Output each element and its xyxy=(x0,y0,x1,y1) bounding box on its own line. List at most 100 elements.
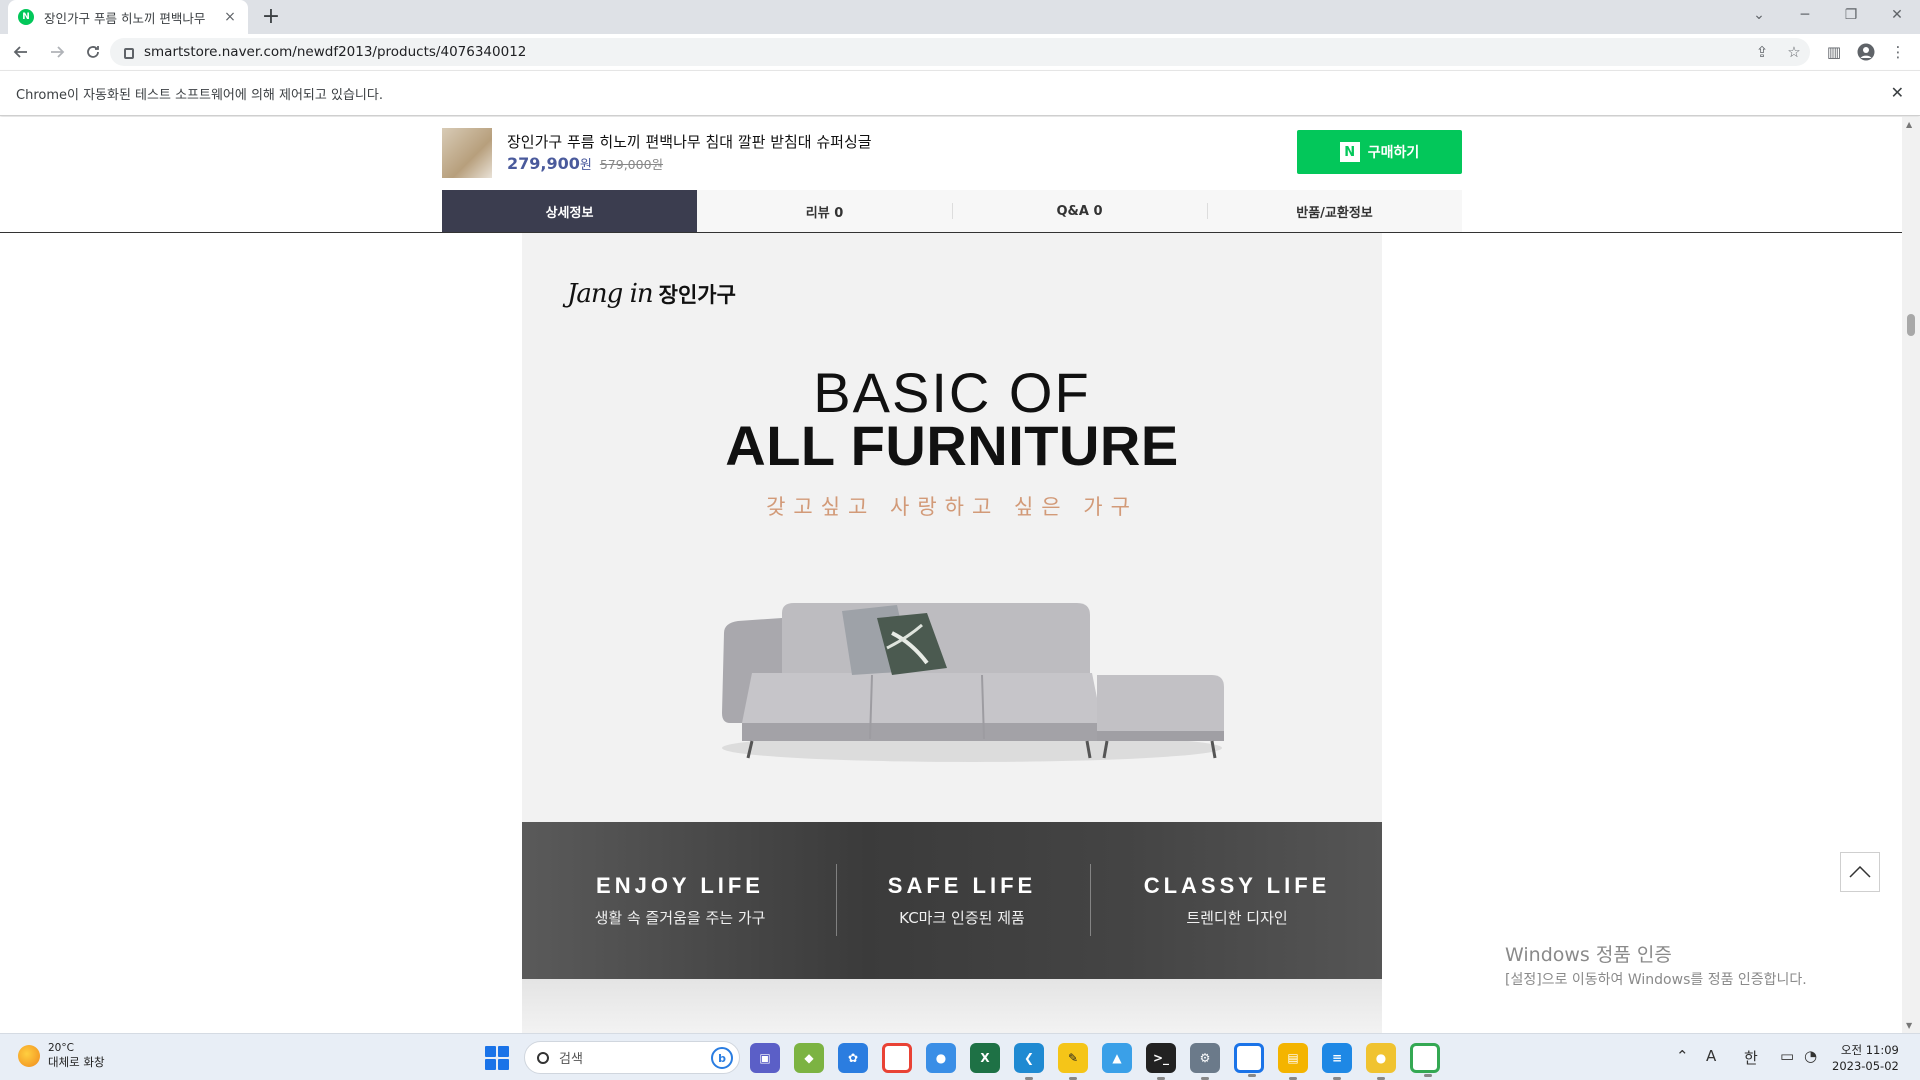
headline-bold: ALL FURNITURE xyxy=(725,414,1179,477)
windows-taskbar: 20°C 대체로 화창 검색 b ▣ ◆ ✿ ● X ❮ ✎ ▲ >_ ⚙ ▤ … xyxy=(0,1033,1920,1080)
product-name: 장인가구 푸름 히노끼 편백나무 침대 깔판 받침대 슈퍼싱글 xyxy=(507,133,872,151)
bookmark-star-icon[interactable]: ☆ xyxy=(1780,38,1808,66)
feature-subtitle: KC마크 인증된 제품 xyxy=(899,909,1025,927)
tab-reviews[interactable]: 리뷰 0 xyxy=(697,190,952,232)
start-button[interactable] xyxy=(485,1046,509,1070)
reload-button[interactable] xyxy=(78,37,108,67)
scroll-up-arrow-icon[interactable]: ▲ xyxy=(1906,120,1912,129)
feature-safe-life: SAFE LIFE KC마크 인증된 제품 xyxy=(838,822,1086,979)
feature-banner: ENJOY LIFE 생활 속 즐거움을 주는 가구 SAFE LIFE KC마… xyxy=(522,822,1382,979)
brand-logo-korean: 장인가구 xyxy=(658,283,736,307)
chrome-profile-icon[interactable] xyxy=(1410,1043,1440,1077)
weather-widget[interactable]: 20°C 대체로 화창 xyxy=(18,1042,105,1070)
volume-icon[interactable]: ◔ xyxy=(1804,1047,1817,1065)
naver-favicon-icon: N xyxy=(18,9,34,25)
bing-icon[interactable]: b xyxy=(711,1047,733,1069)
browser-tab[interactable]: N 장인가구 푸름 히노끼 편백나무 × xyxy=(8,0,248,34)
feature-title: CLASSY LIFE xyxy=(1143,873,1331,898)
feature-title: SAFE LIFE xyxy=(887,873,1037,898)
chrome-active-icon[interactable] xyxy=(1234,1043,1264,1077)
window-close-button[interactable]: ✕ xyxy=(1874,0,1920,30)
notepad-icon[interactable]: ≡ xyxy=(1322,1043,1352,1080)
windows-logo-pane xyxy=(498,1046,509,1057)
divider xyxy=(1090,864,1091,936)
search-placeholder: 검색 xyxy=(559,1052,583,1067)
windows-logo-pane xyxy=(485,1059,496,1070)
excel-icon[interactable]: X xyxy=(970,1043,1000,1073)
watermark-message: [설정]으로 이동하여 Windows를 정품 인증합니다. xyxy=(1505,972,1807,988)
chrome-icon[interactable] xyxy=(882,1043,912,1073)
vscode-icon[interactable]: ❮ xyxy=(1014,1043,1044,1080)
sticky-notes-icon[interactable]: ✎ xyxy=(1058,1043,1088,1080)
file-explorer-icon[interactable]: ▤ xyxy=(1278,1043,1308,1080)
tab-search-icon[interactable]: ⌄ xyxy=(1736,0,1782,30)
brand-logo-script: Jang in xyxy=(567,279,654,309)
windows-logo-icon xyxy=(485,1046,496,1057)
tray-chevron-up-icon[interactable]: ⌃ xyxy=(1676,1047,1689,1065)
forward-arrow-icon xyxy=(51,46,65,58)
sofa-image xyxy=(722,603,1224,762)
feature-subtitle: 트렌디한 디자인 xyxy=(1186,909,1288,927)
scroll-to-top-button[interactable] xyxy=(1840,852,1880,892)
clock-time: 오전 11:09 xyxy=(1840,1043,1899,1057)
back-button[interactable] xyxy=(6,37,36,67)
tab-return-exchange[interactable]: 반품/교환정보 xyxy=(1207,190,1462,232)
settings-app-icon[interactable]: ✿ xyxy=(838,1043,868,1073)
back-arrow-icon xyxy=(13,46,27,58)
product-thumbnail[interactable] xyxy=(442,128,492,178)
taskbar-search[interactable]: 검색 b xyxy=(524,1041,740,1074)
url-text: smartstore.naver.com/newdf2013/products/… xyxy=(144,44,527,60)
forward-button[interactable] xyxy=(42,37,72,67)
sale-price: 279,900 xyxy=(507,154,580,173)
tab-detail-info[interactable]: 상세정보 xyxy=(442,190,697,232)
clock[interactable]: 오전 11:09 2023-05-02 xyxy=(1832,1042,1899,1074)
gear-icon[interactable]: ⚙ xyxy=(1190,1043,1220,1080)
chevron-up-icon xyxy=(1849,866,1871,878)
browser-menu-icon[interactable]: ⋮ xyxy=(1884,38,1912,66)
photos-icon[interactable]: ◆ xyxy=(794,1043,824,1073)
naver-n-icon: N xyxy=(1339,142,1360,162)
new-tab-button[interactable]: + xyxy=(258,4,284,30)
messenger-alt-icon[interactable]: ● xyxy=(1366,1043,1396,1080)
search-icon xyxy=(537,1051,549,1064)
teams-icon[interactable]: ▣ xyxy=(750,1043,780,1073)
address-bar[interactable]: smartstore.naver.com/newdf2013/products/… xyxy=(110,38,1810,66)
windows-activation-watermark: Windows 정품 인증 [설정]으로 이동하여 Windows를 정품 인증… xyxy=(1505,940,1807,989)
browser-tab-strip: N 장인가구 푸름 히노끼 편백나무 × + ⌄ ─ ❐ ✕ xyxy=(0,0,1920,34)
buy-button[interactable]: N 구매하기 xyxy=(1297,130,1462,174)
scrollbar-thumb[interactable] xyxy=(1907,314,1915,336)
browser-toolbar: smartstore.naver.com/newdf2013/products/… xyxy=(0,34,1920,70)
scroll-down-arrow-icon[interactable]: ▼ xyxy=(1906,1021,1912,1030)
messenger-icon[interactable]: ● xyxy=(926,1043,956,1073)
minimize-button[interactable]: ─ xyxy=(1782,0,1828,30)
side-panel-icon[interactable]: ▥ xyxy=(1820,38,1848,66)
windows-logo-pane xyxy=(498,1059,509,1070)
original-price: 579,000원 xyxy=(599,157,664,172)
tab-close-icon[interactable]: × xyxy=(222,9,238,25)
profile-avatar-icon[interactable] xyxy=(1852,38,1880,66)
watermark-title: Windows 정품 인증 xyxy=(1505,944,1672,966)
sticky-product-header: 장인가구 푸름 히노끼 편백나무 침대 깔판 받침대 슈퍼싱글 279,900 … xyxy=(0,117,1902,233)
sun-icon xyxy=(18,1045,40,1067)
ime-mode-a[interactable]: A xyxy=(1706,1047,1716,1065)
page-scrollbar[interactable]: ▲ ▼ xyxy=(1902,117,1920,1033)
terminal-icon[interactable]: >_ xyxy=(1146,1043,1176,1080)
infobar-message: Chrome이 자동화된 테스트 소프트웨어에 의해 제어되고 있습니다. xyxy=(16,87,383,103)
infobar-close-icon[interactable]: ✕ xyxy=(1891,83,1904,102)
price-row: 279,900 원 579,000원 xyxy=(507,154,663,173)
feature-classy-life: CLASSY LIFE 트렌디한 디자인 xyxy=(1092,822,1382,979)
product-detail-image: Jang in 장인가구 BASIC OF ALL FURNITURE 갖고싶고… xyxy=(522,233,1382,1033)
restore-button[interactable]: ❐ xyxy=(1828,0,1874,30)
ime-mode-han[interactable]: 한 xyxy=(1744,1047,1758,1068)
feature-title: ENJOY LIFE xyxy=(596,873,764,898)
tab-qna[interactable]: Q&A 0 xyxy=(952,190,1207,232)
divider xyxy=(836,864,837,936)
tagline: 갖고싶고 사랑하고 싶은 가구 xyxy=(766,495,1138,519)
share-icon[interactable]: ⇪ xyxy=(1748,38,1776,66)
network-icon[interactable]: ▭ xyxy=(1780,1047,1794,1065)
feature-subtitle: 생활 속 즐거움을 주는 가구 xyxy=(594,909,766,927)
next-detail-section xyxy=(522,979,1382,1033)
app-icon[interactable]: ▲ xyxy=(1102,1043,1132,1073)
lock-icon xyxy=(124,47,134,59)
feature-enjoy-life: ENJOY LIFE 생활 속 즐거움을 주는 가구 xyxy=(522,822,838,979)
